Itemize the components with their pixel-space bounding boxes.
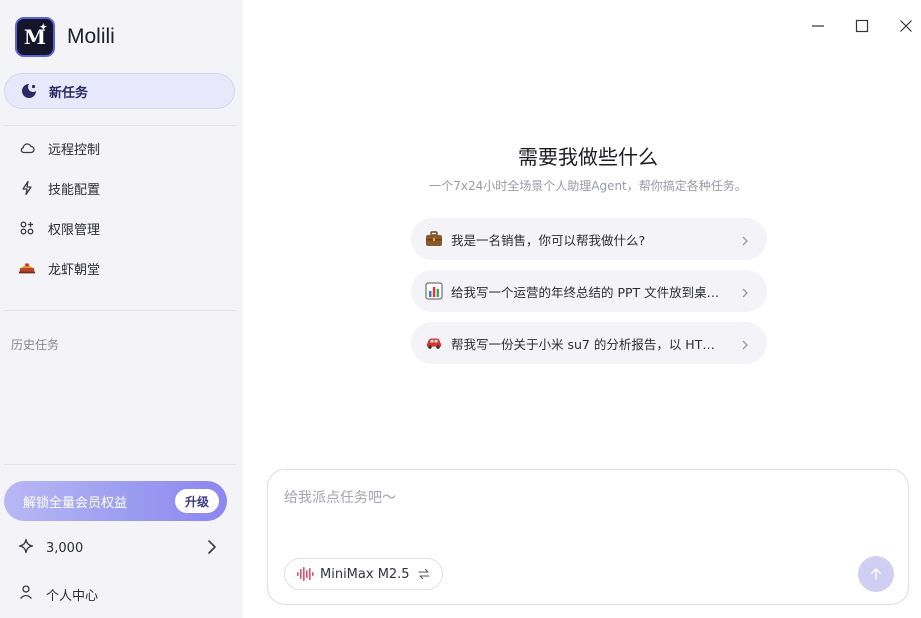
lobster-icon [18,259,36,277]
model-name: MiniMax M2.5 [320,566,410,582]
suggestion-item[interactable]: 我是一名销售，你可以帮我做什么? [411,218,767,260]
swap-icon [418,568,430,580]
suggestion-item[interactable]: 帮我写一份关于小米 su7 的分析报告，以 HTML 格式输出 [411,322,767,364]
waveform-icon [297,567,314,581]
close-icon [900,20,912,32]
sidebar: M ✦ Molili 新任务 远程控制 技能配置 权限管理 龙虾朝堂 历史任务 … [0,0,243,618]
chevron-right-icon [741,232,749,251]
sidebar-divider [4,125,236,126]
history-title: 历史任务 [11,338,60,352]
brand: M ✦ Molili [15,17,115,57]
chevron-right-icon [741,284,749,303]
chevron-right-icon [741,336,749,355]
suggestion-item[interactable]: 给我写一个运营的年终总结的 PPT 文件放到桌面上 [411,270,767,312]
page-title: 需要我做些什么 [518,145,658,169]
briefcase-icon [425,230,443,248]
new-task-label: 新任务 [49,85,89,101]
points-value: 3,000 [46,540,84,556]
sidebar-item-label: 技能配置 [48,182,101,198]
sidebar-item-permissions[interactable]: 权限管理 [18,216,100,240]
sidebar-item-label: 龙虾朝堂 [48,262,101,278]
suggestion-text: 给我写一个运营的年终总结的 PPT 文件放到桌面上 [451,284,723,300]
sidebar-divider [4,310,236,311]
model-selector[interactable]: MiniMax M2.5 [284,558,443,590]
profile-center[interactable]: 个人中心 [18,582,98,606]
new-task-icon [22,84,36,98]
upgrade-text: 解锁全量会员权益 [23,495,128,511]
task-composer[interactable]: 给我派点任务吧～ MiniMax M2.5 [267,469,909,605]
car-icon [425,334,443,352]
sidebar-item-label: 远程控制 [48,142,101,158]
maximize-button[interactable] [850,14,874,38]
page-subtitle: 一个7x24小时全场景个人助理Agent，帮你搞定各种任务。 [429,179,747,193]
chevron-right-icon [206,538,218,560]
suggestion-text: 我是一名销售，你可以帮我做什么? [451,232,646,248]
close-button[interactable] [894,14,918,38]
minimize-icon [812,25,824,27]
upgrade-button[interactable]: 升级 [174,489,219,513]
sidebar-divider [4,464,236,465]
app-name: Molili [67,25,115,48]
cloud-icon [18,139,36,157]
sidebar-item-skills[interactable]: 技能配置 [18,176,100,200]
sparkle-icon [18,538,34,558]
grid-icon [18,219,36,237]
profile-label: 个人中心 [46,588,99,604]
sidebar-item-label: 权限管理 [48,222,101,238]
minimize-button[interactable] [806,14,830,38]
app-logo: M ✦ [15,17,55,57]
user-icon [18,584,34,604]
arrow-up-icon [871,568,881,580]
logo-star-icon: ✦ [39,23,47,33]
new-task-button[interactable]: 新任务 [4,73,235,109]
suggestion-text: 帮我写一份关于小米 su7 的分析报告，以 HTML 格式输出 [451,336,723,352]
task-input[interactable]: 给我派点任务吧～ [284,487,396,507]
maximize-icon [855,19,869,33]
lightning-icon [18,179,36,197]
points-balance[interactable]: 3,000 [18,536,218,560]
sidebar-item-remote-control[interactable]: 远程控制 [18,136,100,160]
upgrade-banner[interactable]: 解锁全量会员权益 升级 [4,481,227,521]
bar-chart-icon [425,282,443,300]
send-button[interactable] [858,556,894,592]
sidebar-item-lobster-court[interactable]: 龙虾朝堂 [18,256,100,280]
